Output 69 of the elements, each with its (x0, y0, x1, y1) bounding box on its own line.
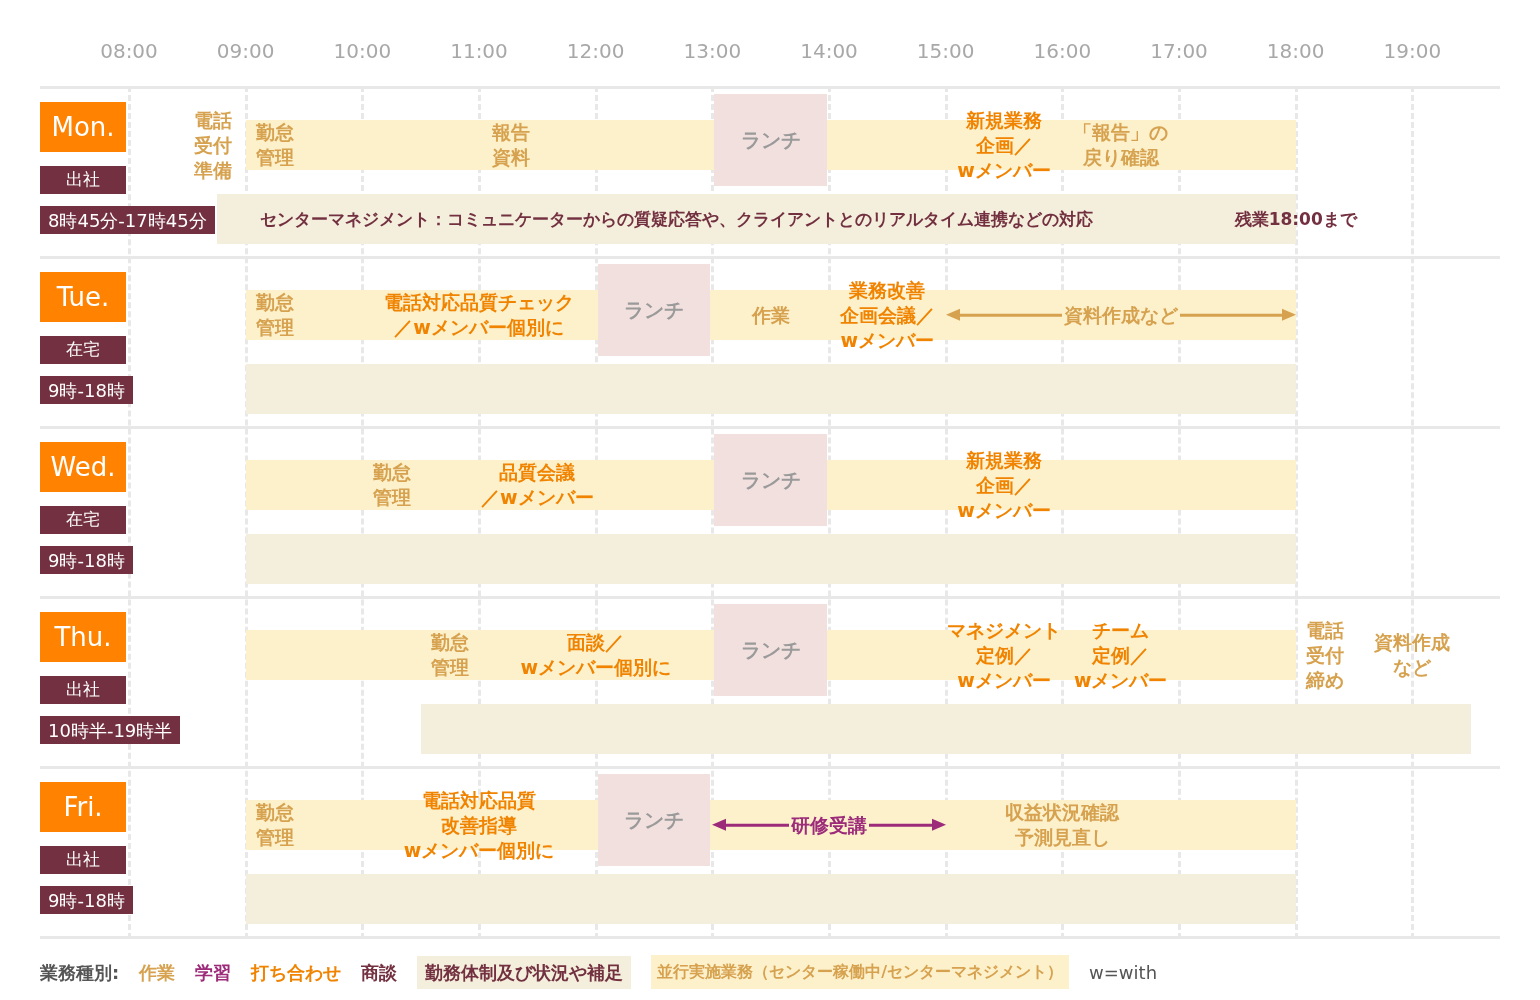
left-arrow-icon (712, 818, 789, 832)
activity-label: 勤怠 管理 (430, 630, 469, 680)
status-badge: 在宅 (40, 506, 126, 534)
activity-label: センターマネジメント：コミュニケーターからの質疑応答や、クライアントとのリアルタイム連携などの対応 (259, 208, 1093, 231)
activity-label: 業務改善 企画会議／ wメンバー (839, 277, 935, 353)
left-arrow-icon (945, 308, 1062, 322)
activity-label: チーム 定例／ wメンバー (1073, 617, 1168, 693)
time-label: 15:00 (916, 38, 975, 65)
time-label: 08:00 (100, 38, 158, 65)
hours-badge: 10時半-19時半 (40, 716, 181, 744)
right-arrow-icon (869, 818, 946, 832)
legend-swatch: 並行実施業務（センター稼働中/センターマネジメント） (651, 955, 1070, 989)
legend-item: 学習 (195, 960, 232, 985)
activity-label: マネジメント 定例／ wメンバー (947, 617, 1061, 693)
legend-item: 打ち合わせ (251, 960, 342, 985)
activity-label: 電話対応品質 改善指導 wメンバー個別に (403, 787, 555, 863)
activity-label: 資料作成 など (1374, 630, 1451, 680)
time-label: 09:00 (216, 38, 275, 65)
time-label: 16:00 (1033, 38, 1092, 65)
hours-badge: 9時-18時 (40, 886, 133, 914)
day-badge: Mon. (40, 102, 126, 152)
activity-label: 勤怠 管理 (255, 290, 294, 340)
arrow-label: 研修受講 (790, 812, 868, 838)
activity-label: 電話 受付 準備 (194, 107, 232, 183)
day-badge: Thu. (40, 612, 126, 662)
arrow-label: 資料作成など (1062, 302, 1179, 328)
day-badge: Fri. (40, 782, 126, 832)
activity-label: 勤怠 管理 (255, 120, 294, 170)
activity-label: 電話 受付 締め (1305, 617, 1344, 693)
right-arrow-icon (1179, 308, 1296, 322)
lunch-block: ランチ (597, 774, 711, 866)
status-badge: 出社 (40, 676, 126, 704)
legend-note: w=with (1089, 960, 1158, 985)
activity-label: 勤怠 管理 (255, 800, 294, 850)
time-label: 11:00 (450, 38, 508, 65)
time-label: 19:00 (1383, 38, 1442, 65)
activity-label: 品質会議 ／wメンバー (481, 460, 594, 510)
activity-label: 報告 資料 (491, 120, 530, 170)
day-badge: Wed. (40, 442, 126, 492)
activity-label: 面談／ wメンバー個別に (520, 630, 671, 680)
legend-title: 業務種別: (40, 960, 120, 985)
hours-badge: 9時-18時 (40, 546, 133, 574)
activity-label: 残業18:00まで (1234, 208, 1357, 231)
activity-label: 新規業務 企画／ wメンバー (957, 107, 1051, 183)
day-badge: Tue. (40, 272, 126, 322)
time-label: 12:00 (566, 38, 625, 65)
lunch-block: ランチ (714, 94, 827, 186)
legend-swatch: 勤務体制及び状況や補足 (417, 955, 632, 989)
activity-label: 電話対応品質チェック ／wメンバー個別に (384, 290, 574, 340)
time-label: 14:00 (800, 38, 858, 65)
activity-label: 作業 (751, 302, 790, 328)
time-label: 10:00 (333, 38, 392, 65)
status-badge: 在宅 (40, 336, 126, 364)
lunch-block: ランチ (714, 604, 827, 696)
hours-badge: 8時45分-17時45分 (40, 206, 215, 234)
legend-item: 作業 (139, 960, 176, 985)
lunch-block: ランチ (597, 264, 711, 356)
activity-label: 収益状況確認 予測見直し (1005, 800, 1120, 850)
status-badge: 出社 (40, 166, 126, 194)
time-label: 17:00 (1150, 38, 1208, 65)
status-badge: 出社 (40, 846, 126, 874)
lunch-block: ランチ (714, 434, 827, 526)
time-label: 13:00 (683, 38, 742, 65)
activity-label: 勤怠 管理 (372, 460, 411, 510)
activity-label: 新規業務 企画／ wメンバー (957, 447, 1051, 523)
activity-label: 「報告」の 戻り確認 (1073, 120, 1169, 170)
legend-item: 商談 (361, 960, 398, 985)
time-label: 18:00 (1266, 38, 1325, 65)
hours-badge: 9時-18時 (40, 376, 133, 404)
